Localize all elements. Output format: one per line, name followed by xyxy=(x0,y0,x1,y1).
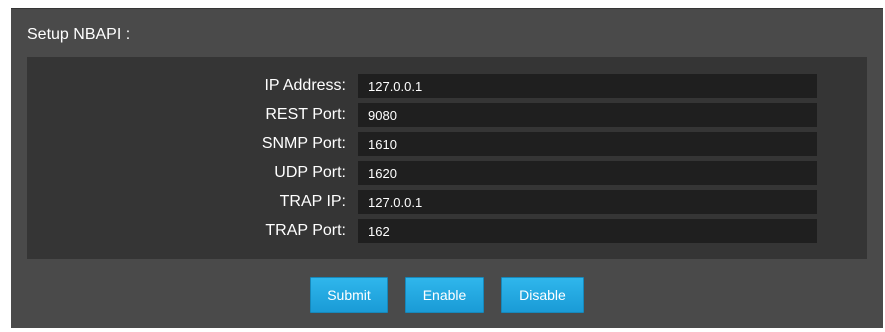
udp-port-label: UDP Port: xyxy=(274,164,346,181)
rest-port-row: REST Port: xyxy=(27,103,867,127)
nbapi-form: IP Address: REST Port: SNMP Port: UDP Po… xyxy=(27,57,867,259)
submit-button[interactable]: Submit xyxy=(310,277,388,313)
udp-port-row: UDP Port: xyxy=(27,161,867,185)
trap-ip-row: TRAP IP: xyxy=(27,190,867,214)
disable-button[interactable]: Disable xyxy=(501,277,584,313)
trap-port-input[interactable] xyxy=(358,219,817,243)
setup-nbapi-panel: Setup NBAPI : IP Address: REST Port: SNM… xyxy=(11,8,883,328)
trap-port-row: TRAP Port: xyxy=(27,219,867,243)
rest-port-label: REST Port: xyxy=(265,106,346,123)
trap-ip-label: TRAP IP: xyxy=(279,193,346,210)
ip-address-row: IP Address: xyxy=(27,74,867,98)
udp-port-input[interactable] xyxy=(358,161,817,185)
ip-address-input[interactable] xyxy=(358,74,817,98)
panel-title: Setup NBAPI : xyxy=(27,26,131,43)
rest-port-input[interactable] xyxy=(358,103,817,127)
trap-port-label: TRAP Port: xyxy=(265,222,346,239)
enable-button[interactable]: Enable xyxy=(405,277,484,313)
snmp-port-row: SNMP Port: xyxy=(27,132,867,156)
ip-address-label: IP Address: xyxy=(264,77,346,94)
snmp-port-input[interactable] xyxy=(358,132,817,156)
trap-ip-input[interactable] xyxy=(358,190,817,214)
snmp-port-label: SNMP Port: xyxy=(261,135,346,152)
